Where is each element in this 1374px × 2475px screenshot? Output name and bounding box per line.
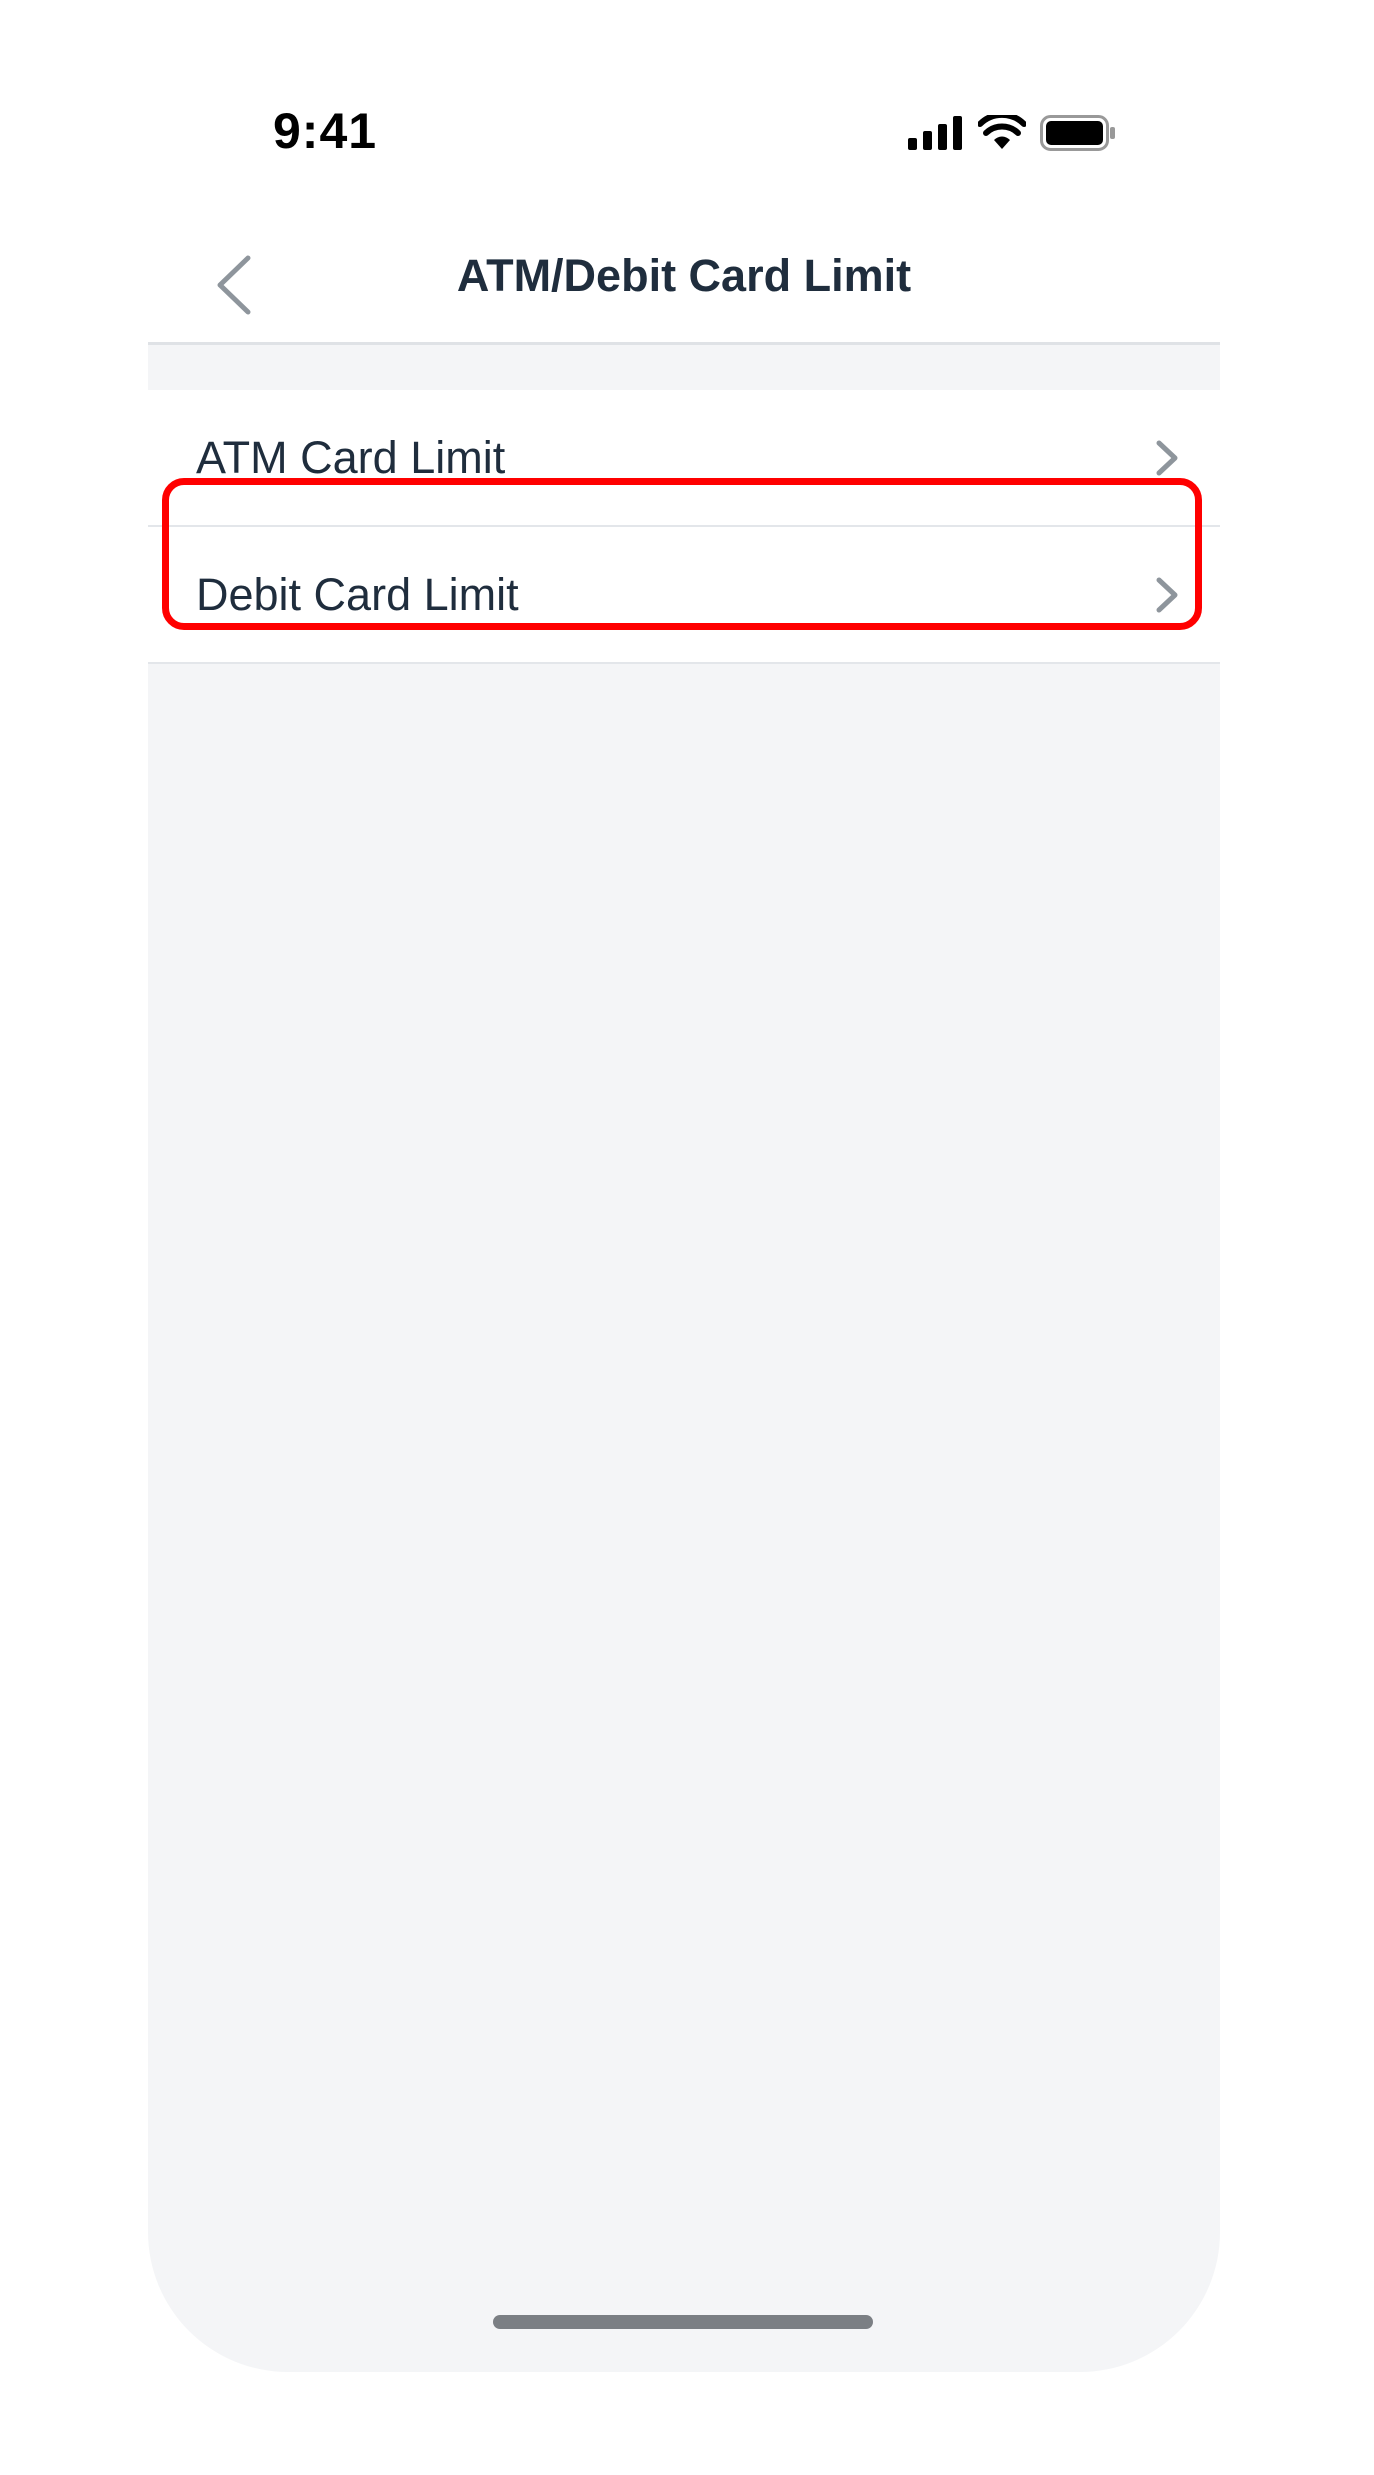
- debit-card-limit-item[interactable]: Debit Card Limit: [148, 527, 1220, 664]
- atm-card-limit-item[interactable]: ATM Card Limit: [148, 390, 1220, 527]
- phone-screen: 9:41 ATM/Debit Card Limit ATM Card Limit…: [148, 40, 1220, 2372]
- chevron-right-icon: [1156, 440, 1178, 475]
- navigation-bar: ATM/Debit Card Limit: [148, 190, 1220, 345]
- status-time: 9:41: [273, 103, 378, 159]
- page-title: ATM/Debit Card Limit: [456, 250, 912, 301]
- home-indicator[interactable]: [493, 2315, 873, 2329]
- content-area: ATM Card Limit Debit Card Limit: [148, 345, 1220, 2372]
- battery-icon: [1040, 115, 1115, 151]
- chevron-right-icon: [1156, 577, 1178, 612]
- status-icons: [908, 113, 1116, 153]
- menu-list: ATM Card Limit Debit Card Limit: [148, 390, 1220, 664]
- status-bar: 9:41: [148, 40, 1220, 190]
- wifi-icon: [978, 115, 1026, 149]
- cellular-signal-icon: [908, 116, 962, 150]
- list-item-label: ATM Card Limit: [196, 431, 506, 483]
- list-item-label: Debit Card Limit: [196, 568, 519, 620]
